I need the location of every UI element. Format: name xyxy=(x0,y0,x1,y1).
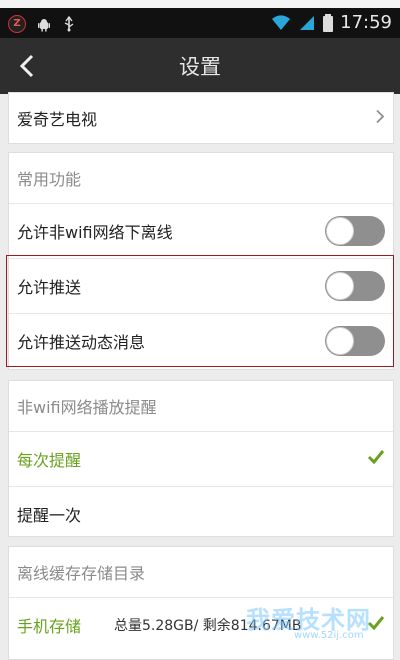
row-check-container xyxy=(367,615,385,635)
toggle-offline-nonwifi[interactable] xyxy=(325,216,385,246)
row-label: 允许非wifi网络下离线 xyxy=(17,223,173,242)
row-label: 允许推送动态消息 xyxy=(17,333,146,352)
signal-icon xyxy=(300,16,315,30)
row-label: 手机存储 xyxy=(17,617,82,636)
entry-label: 爱奇艺电视 xyxy=(17,110,98,129)
toggle-allow-push-dynamic[interactable] xyxy=(325,326,385,356)
row-allow-push-dynamic[interactable]: 允许推送动态消息 xyxy=(9,313,393,368)
entry-card: 爱奇艺电视 xyxy=(8,92,394,144)
checkmark-icon xyxy=(367,450,385,465)
section-title-common: 常用功能 xyxy=(17,170,82,189)
row-offline-nonwifi[interactable]: 允许非wifi网络下离线 xyxy=(9,203,393,258)
storage-value: 总量5.28GB/ 剩余814.67MB xyxy=(114,618,302,634)
row-toggle-container xyxy=(325,326,385,356)
row-remind-once[interactable]: 提醒一次 xyxy=(9,486,393,541)
row-check-container xyxy=(367,449,385,469)
page-title: 设置 xyxy=(179,55,221,79)
status-time: 17:59 xyxy=(340,12,392,33)
toggle-allow-push[interactable] xyxy=(325,271,385,301)
row-remind-every-time[interactable]: 每次提醒 xyxy=(9,431,393,486)
row-toggle-container xyxy=(325,216,385,246)
row-toggle-container xyxy=(325,271,385,301)
battery-icon xyxy=(323,14,334,32)
status-right-icons: 17:59 xyxy=(270,13,392,33)
chevron-right-icon xyxy=(376,109,385,124)
usb-icon xyxy=(64,16,74,32)
common-features-card: 常用功能 允许非wifi网络下离线 允许推送 允许推送动态消息 xyxy=(8,152,394,370)
section-title-non-wifi: 非wifi网络播放提醒 xyxy=(17,398,157,417)
entry-row-iqiyi-tv[interactable]: 爱奇艺电视 xyxy=(9,93,393,143)
non-wifi-card: 非wifi网络播放提醒 每次提醒 提醒一次 xyxy=(8,380,394,537)
app-badge-icon: Z xyxy=(8,15,26,33)
cache-card: 离线缓存存储目录 手机存储 总量5.28GB/ 剩余814.67MB xyxy=(8,546,394,660)
row-label: 允许推送 xyxy=(17,278,82,297)
row-label: 提醒一次 xyxy=(17,506,82,525)
checkmark-icon xyxy=(367,616,385,631)
row-allow-push[interactable]: 允许推送 xyxy=(9,258,393,313)
title-bar: 设置 xyxy=(0,38,400,94)
entry-chevron xyxy=(375,109,385,128)
android-icon xyxy=(38,19,50,32)
wifi-icon xyxy=(272,15,291,30)
status-bar: Z 17:59 xyxy=(0,8,400,38)
section-title-cache: 离线缓存存储目录 xyxy=(17,564,146,583)
row-label: 每次提醒 xyxy=(17,451,82,470)
row-phone-storage[interactable]: 手机存储 总量5.28GB/ 剩余814.67MB xyxy=(9,597,393,652)
status-left-icons: Z xyxy=(8,15,76,33)
